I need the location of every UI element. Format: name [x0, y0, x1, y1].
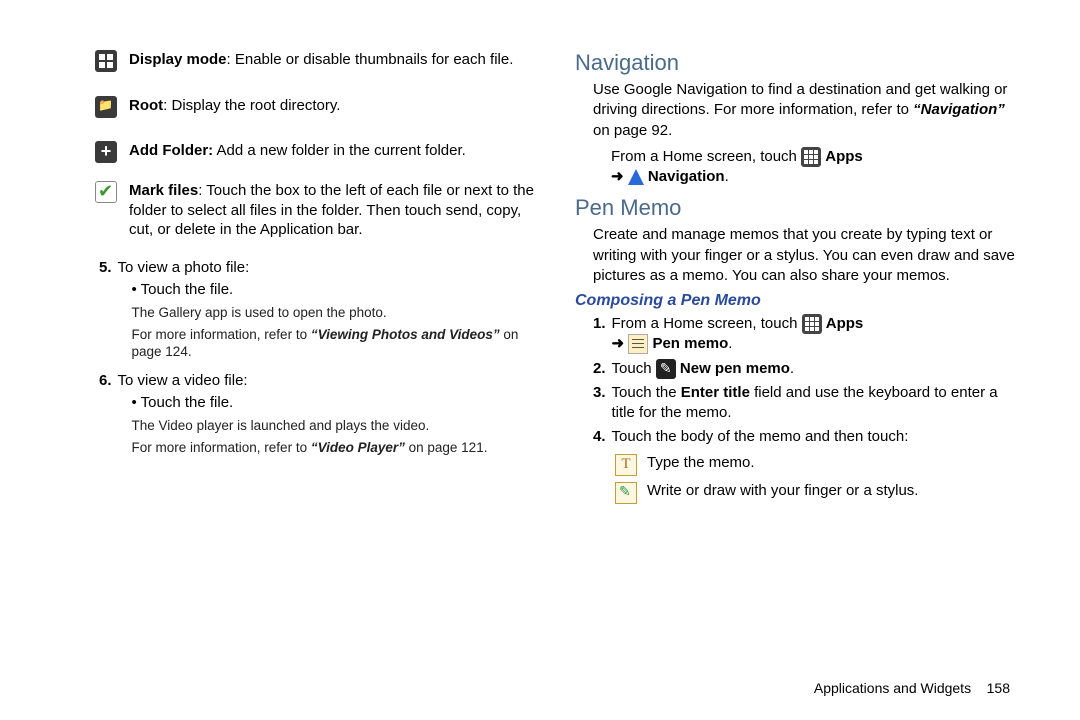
xref-link[interactable]: “Viewing Photos and Videos” — [311, 327, 500, 342]
new-pen-memo-label: New pen memo — [680, 360, 790, 377]
step-5: 5. To view a photo file: • Touch the fil… — [99, 258, 535, 361]
nav-instruction: From a Home screen, touch Apps ➜ Navigat… — [611, 147, 1015, 188]
pen-memo-icon — [628, 334, 648, 354]
step-number: 4. — [593, 427, 606, 447]
term: Root — [129, 97, 163, 114]
term: Add Folder: — [129, 142, 213, 159]
nav-paragraph: Use Google Navigation to find a destinat… — [593, 80, 1015, 141]
note: For more information, refer to “Video Pl… — [132, 439, 535, 457]
navigation-label: Navigation — [648, 168, 725, 185]
step-number: 1. — [593, 314, 606, 355]
option-draw: Write or draw with your finger or a styl… — [615, 482, 1015, 504]
def-add-folder: + Add Folder: Add a new folder in the cu… — [95, 141, 535, 163]
step-number: 6. — [99, 371, 112, 457]
footer-section: Applications and Widgets — [814, 680, 971, 696]
plus-icon: + — [95, 141, 117, 163]
heading-navigation: Navigation — [575, 50, 1015, 76]
def-mark-files: Mark files: Touch the box to the left of… — [95, 181, 535, 240]
pen-memo-label: Pen memo — [652, 335, 728, 352]
apps-icon — [802, 314, 822, 334]
left-column: Display mode: Enable or disable thumbnai… — [95, 50, 535, 630]
step-lead: To view a photo file: — [118, 259, 250, 276]
step-number: 3. — [593, 383, 606, 424]
option-text: Write or draw with your finger or a styl… — [647, 482, 1015, 499]
arrow-icon: ➜ — [611, 168, 624, 185]
enter-title-field: Enter title — [681, 384, 750, 401]
apps-label: Apps — [825, 148, 863, 165]
bullet-text: Touch the file. — [141, 394, 234, 411]
pen-step-2: 2. Touch ✎ New pen memo. — [593, 359, 1015, 379]
new-memo-icon: ✎ — [656, 359, 676, 379]
pen-paragraph: Create and manage memos that you create … — [593, 225, 1015, 286]
note: For more information, refer to “Viewing … — [132, 326, 535, 361]
subheading-composing: Composing a Pen Memo — [575, 292, 1015, 310]
apps-icon — [801, 147, 821, 167]
option-type: T Type the memo. — [615, 454, 1015, 476]
term: Mark files — [129, 182, 198, 199]
apps-label: Apps — [826, 315, 864, 332]
page-footer: Applications and Widgets 158 — [814, 680, 1010, 696]
def-text: : Enable or disable thumbnails for each … — [227, 51, 514, 68]
heading-pen-memo: Pen Memo — [575, 195, 1015, 221]
xref-link[interactable]: “Navigation” — [913, 101, 1005, 118]
pen-step-3: 3. Touch the Enter title field and use t… — [593, 383, 1015, 424]
def-display-mode: Display mode: Enable or disable thumbnai… — [95, 50, 535, 78]
def-root: Root: Display the root directory. — [95, 96, 535, 124]
step-lead: To view a video file: — [118, 372, 248, 389]
type-icon: T — [615, 454, 637, 476]
step-6: 6. To view a video file: • Touch the fil… — [99, 371, 535, 457]
def-text: Add a new folder in the current folder. — [213, 142, 466, 159]
right-column: Navigation Use Google Navigation to find… — [575, 50, 1015, 630]
pen-step-1: 1. From a Home screen, touch Apps ➜ Pen … — [593, 314, 1015, 355]
def-text: : Display the root directory. — [163, 97, 340, 114]
pen-step-4: 4. Touch the body of the memo and then t… — [593, 427, 1015, 447]
folder-icon — [95, 96, 117, 118]
draw-icon — [615, 482, 637, 504]
step-number: 2. — [593, 359, 606, 379]
note: The Gallery app is used to open the phot… — [132, 304, 535, 322]
checkmark-icon — [95, 181, 117, 203]
note: The Video player is launched and plays t… — [132, 417, 535, 435]
step-number: 5. — [99, 258, 112, 361]
option-text: Type the memo. — [647, 454, 1015, 471]
xref-link[interactable]: “Video Player” — [311, 440, 405, 455]
page-number: 158 — [987, 680, 1010, 696]
grid-icon — [95, 50, 117, 72]
bullet-text: Touch the file. — [141, 281, 234, 298]
navigation-icon — [628, 169, 644, 185]
term: Display mode — [129, 51, 227, 68]
arrow-icon: ➜ — [612, 335, 625, 352]
